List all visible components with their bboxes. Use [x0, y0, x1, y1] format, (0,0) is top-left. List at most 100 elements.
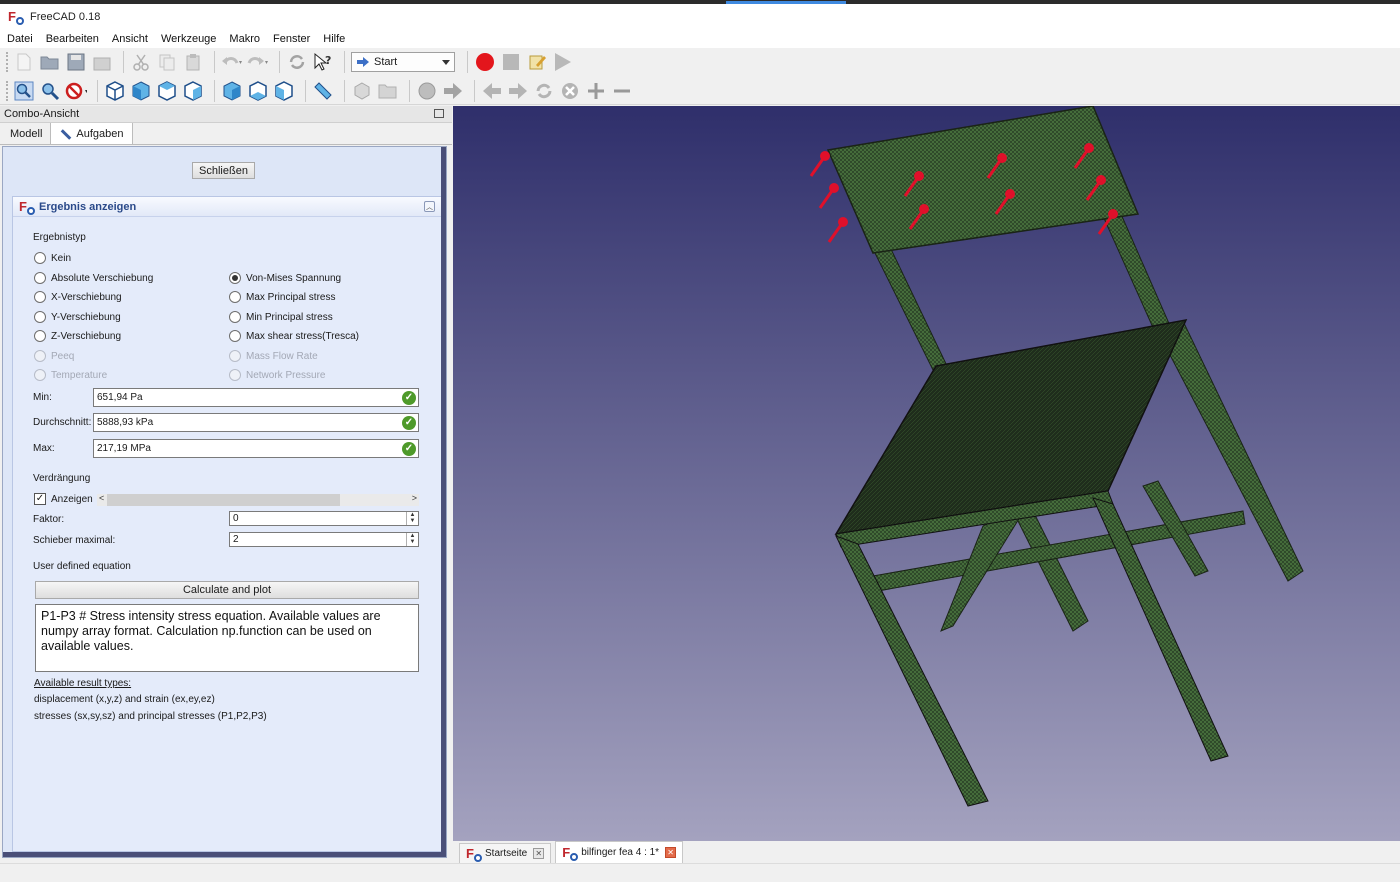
- close-tab-icon[interactable]: ✕: [665, 847, 677, 858]
- workbench-selector[interactable]: Start: [351, 52, 455, 72]
- combo-tabs: Modell Aufgaben: [0, 122, 452, 145]
- task-panel-border: [3, 852, 446, 857]
- freecad-doc-icon: F: [466, 846, 482, 862]
- view-bottom-icon[interactable]: [247, 80, 269, 102]
- refresh-icon[interactable]: [286, 51, 308, 73]
- doc-tab-startseite-label: Startseite: [485, 848, 528, 859]
- web-refresh-icon[interactable]: [533, 80, 555, 102]
- web-stop-icon[interactable]: [559, 80, 581, 102]
- radio-button-icon: [34, 330, 46, 342]
- save-as-icon[interactable]: [91, 51, 113, 73]
- avg-value-field[interactable]: 5888,93 kPa ✓: [93, 413, 419, 432]
- radio-kein[interactable]: Kein: [34, 252, 71, 264]
- macro-record-icon[interactable]: [474, 51, 496, 73]
- open-folder-icon[interactable]: [39, 51, 61, 73]
- view-isometric-icon[interactable]: [104, 80, 126, 102]
- doc-tab-startseite[interactable]: F Startseite ✕: [459, 843, 552, 863]
- radio-button-checked-icon: [229, 272, 241, 284]
- toolbar-separator: [344, 79, 345, 102]
- zoom-in-icon[interactable]: [585, 80, 607, 102]
- close-button[interactable]: Schließen: [192, 162, 255, 179]
- factor-spinbox[interactable]: 0 ▲ ▼: [229, 511, 419, 526]
- fit-all-icon[interactable]: [13, 80, 35, 102]
- save-icon[interactable]: [65, 51, 87, 73]
- 3d-viewport[interactable]: [453, 106, 1400, 841]
- radio-y-verschiebung[interactable]: Y-Verschiebung: [34, 311, 121, 323]
- tab-aufgaben[interactable]: Aufgaben: [50, 122, 133, 144]
- equation-textarea[interactable]: P1-P3 # Stress intensity stress equation…: [35, 604, 419, 672]
- menu-hilfe[interactable]: Hilfe: [323, 33, 345, 45]
- radio-absolute-verschiebung[interactable]: Absolute Verschiebung: [34, 272, 153, 284]
- slider-max-value: 2: [233, 534, 239, 545]
- available-types-line2: stresses (sx,sy,sz) and principal stress…: [34, 711, 267, 722]
- view-left-icon[interactable]: [273, 80, 295, 102]
- new-document-icon[interactable]: [13, 51, 35, 73]
- displacement-slider[interactable]: < >: [97, 493, 419, 506]
- radio-button-icon: [229, 369, 241, 381]
- radio-von-mises[interactable]: Von-Mises Spannung: [229, 272, 341, 284]
- slider-right-arrow-icon[interactable]: >: [412, 493, 417, 503]
- web-forward-start-icon[interactable]: [442, 80, 464, 102]
- menu-ansicht[interactable]: Ansicht: [112, 33, 148, 45]
- radio-kein-label: Kein: [51, 252, 72, 264]
- result-panel-header: F Ergebnis anzeigen ︿: [13, 197, 441, 217]
- view-top-icon[interactable]: [156, 80, 178, 102]
- macro-execute-icon[interactable]: [552, 51, 574, 73]
- view-right-icon[interactable]: [182, 80, 204, 102]
- fem-mesh-chair-render[interactable]: [453, 106, 1400, 841]
- draw-style-icon[interactable]: [65, 80, 87, 102]
- spin-arrows-icon[interactable]: ▲ ▼: [406, 512, 418, 525]
- min-value-field[interactable]: 651,94 Pa ✓: [93, 388, 419, 407]
- task-panel: Schließen F Ergebnis anzeigen ︿ Ergebnis…: [2, 146, 447, 858]
- menu-fenster[interactable]: Fenster: [273, 33, 310, 45]
- zoom-out-icon[interactable]: [611, 80, 633, 102]
- radio-min-principal[interactable]: Min Principal stress: [229, 311, 333, 323]
- copy-icon[interactable]: [156, 51, 178, 73]
- view-rear-icon[interactable]: [221, 80, 243, 102]
- create-group-icon[interactable]: [377, 80, 399, 102]
- doc-tab-bilfinger[interactable]: F bilfinger fea 4 : 1* ✕: [555, 841, 684, 863]
- doc-tab-bilfinger-label: bilfinger fea 4 : 1*: [581, 847, 660, 858]
- create-part-icon[interactable]: [351, 80, 373, 102]
- macro-edit-icon[interactable]: [526, 51, 548, 73]
- menu-werkzeuge[interactable]: Werkzeuge: [161, 33, 216, 45]
- toolbar-file: ? Start: [0, 48, 1400, 76]
- menu-datei[interactable]: Datei: [7, 33, 33, 45]
- status-bar: [0, 863, 1400, 882]
- undo-icon[interactable]: [221, 51, 243, 73]
- macro-stop-icon[interactable]: [500, 51, 522, 73]
- web-globe-icon[interactable]: [416, 80, 438, 102]
- show-displacement-checkbox[interactable]: ✓ Anzeigen: [34, 493, 93, 505]
- close-tab-icon[interactable]: ✕: [533, 848, 545, 859]
- radio-button-icon: [34, 272, 46, 284]
- web-back-icon[interactable]: [481, 80, 503, 102]
- web-next-icon[interactable]: [507, 80, 529, 102]
- calculate-plot-button[interactable]: Calculate and plot: [35, 581, 419, 599]
- redo-icon[interactable]: [247, 51, 269, 73]
- slider-left-arrow-icon[interactable]: <: [99, 493, 104, 503]
- svg-text:?: ?: [325, 54, 331, 67]
- radio-temperature: Temperature: [34, 369, 107, 381]
- radio-x-verschiebung[interactable]: X-Verschiebung: [34, 291, 122, 303]
- radio-max-principal[interactable]: Max Principal stress: [229, 291, 335, 303]
- collapse-icon[interactable]: ︿: [424, 201, 435, 212]
- menu-bearbeiten[interactable]: Bearbeiten: [46, 33, 99, 45]
- slider-max-spinbox[interactable]: 2 ▲ ▼: [229, 532, 419, 547]
- view-front-icon[interactable]: [130, 80, 152, 102]
- max-value-field[interactable]: 217,19 MPa ✓: [93, 439, 419, 458]
- paste-icon[interactable]: [182, 51, 204, 73]
- whats-this-help-icon[interactable]: ?: [312, 51, 334, 73]
- radio-max-shear[interactable]: Max shear stress(Tresca): [229, 330, 359, 342]
- undock-icon[interactable]: [434, 109, 444, 118]
- cut-icon[interactable]: [130, 51, 152, 73]
- factor-label: Faktor:: [33, 514, 65, 525]
- show-displacement-label: Anzeigen: [51, 493, 93, 505]
- fit-selection-icon[interactable]: [39, 80, 61, 102]
- tab-modell[interactable]: Modell: [2, 124, 50, 144]
- radio-z-verschiebung[interactable]: Z-Verschiebung: [34, 330, 121, 342]
- toolbar-separator: [409, 79, 410, 102]
- menu-makro[interactable]: Makro: [229, 33, 260, 45]
- measure-distance-icon[interactable]: [312, 80, 334, 102]
- toolbar-separator: [97, 79, 98, 102]
- spin-arrows-icon[interactable]: ▲ ▼: [406, 533, 418, 546]
